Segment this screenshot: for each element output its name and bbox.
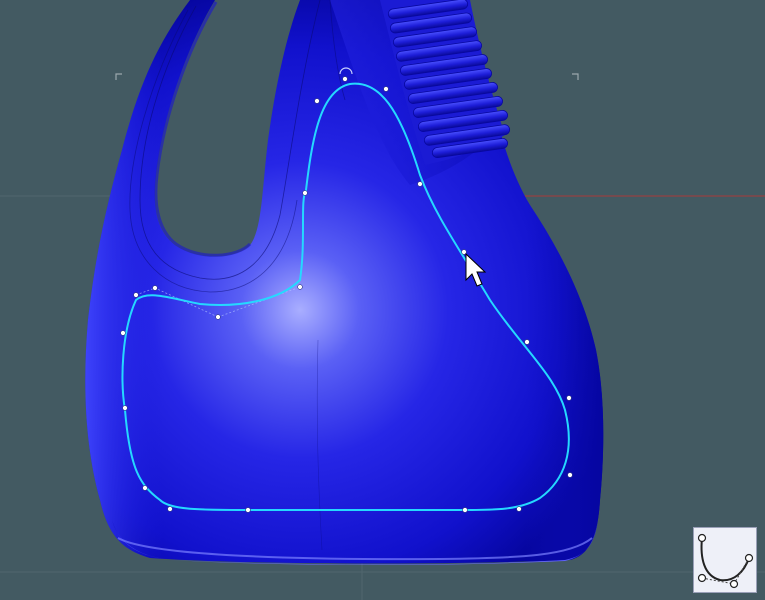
control-point[interactable] — [215, 314, 221, 320]
control-point[interactable] — [245, 507, 251, 513]
control-point[interactable] — [567, 472, 573, 478]
control-point[interactable] — [462, 507, 468, 513]
control-point[interactable] — [314, 98, 320, 104]
control-point[interactable] — [566, 395, 572, 401]
tool-icon-panel[interactable] — [693, 527, 757, 593]
control-point[interactable] — [297, 284, 303, 290]
control-point[interactable] — [342, 76, 348, 82]
control-point[interactable] — [152, 285, 158, 291]
control-point[interactable] — [167, 506, 173, 512]
viewport-canvas[interactable] — [0, 0, 765, 600]
control-point[interactable] — [524, 339, 530, 345]
control-point[interactable] — [122, 405, 128, 411]
control-point[interactable] — [120, 330, 126, 336]
control-point[interactable] — [302, 190, 308, 196]
3d-viewport[interactable] — [0, 0, 765, 600]
control-point[interactable] — [142, 485, 148, 491]
control-point[interactable] — [417, 181, 423, 187]
control-point[interactable] — [383, 86, 389, 92]
control-point[interactable] — [516, 506, 522, 512]
curve-edit-tool-icon[interactable] — [694, 528, 758, 594]
control-point[interactable] — [133, 292, 139, 298]
